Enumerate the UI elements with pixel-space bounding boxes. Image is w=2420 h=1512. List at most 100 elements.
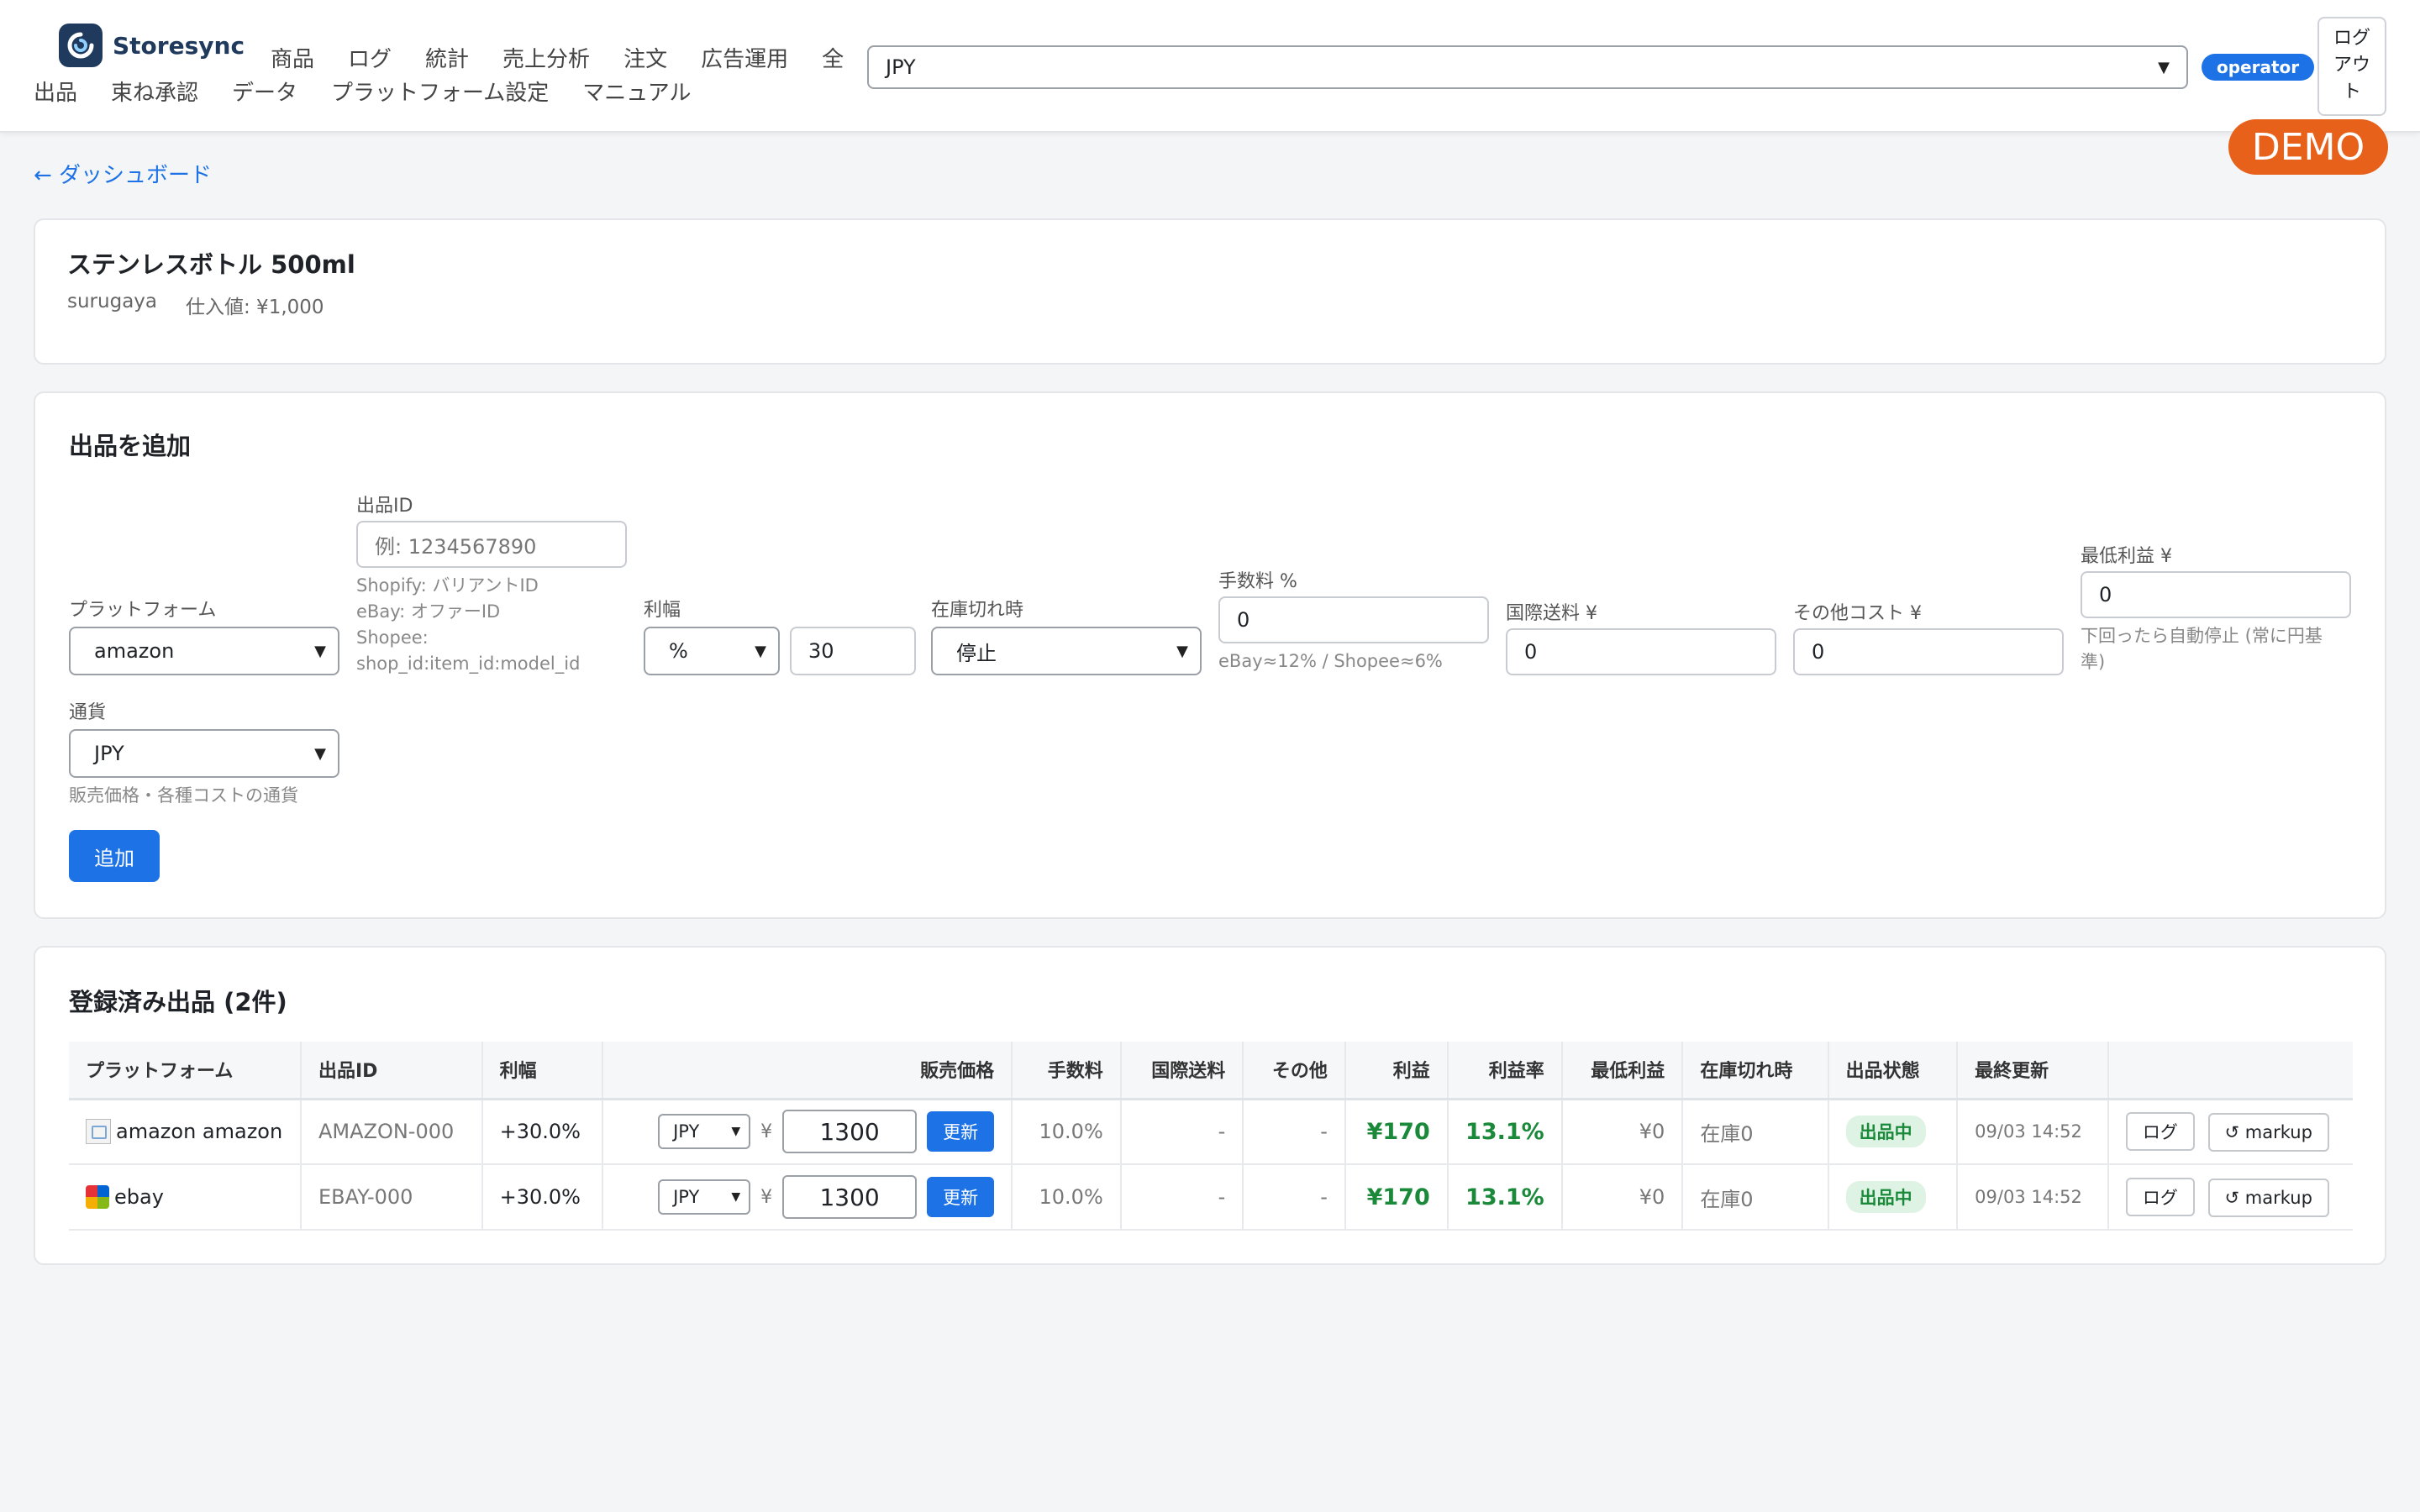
markup-button[interactable]: ↺ markup — [2207, 1178, 2329, 1217]
fee-label: 手数料 % — [1218, 571, 1297, 592]
registered-listings-card: 登録済み出品 (2件) プラットフォーム 出品ID 利幅 販売価格 手数料 国際… — [34, 946, 2386, 1265]
other-cost-label: その他コスト ¥ — [1793, 603, 1922, 624]
update-price-button[interactable]: 更新 — [927, 1111, 995, 1152]
nav-bundle-approval[interactable]: 束ね承認 — [111, 76, 198, 107]
header-currency-value: JPY — [886, 55, 916, 79]
fee-hint: eBay≈12% / Shopee≈6% — [1218, 651, 1443, 671]
product-cost: 仕入値: ¥1,000 — [186, 297, 324, 318]
price-editor: JPY ▼ ¥ 1300 更新 — [620, 1175, 995, 1219]
nav-orders[interactable]: 注文 — [623, 42, 667, 73]
storesync-logo-icon — [59, 24, 103, 67]
chevron-down-icon: ▼ — [2158, 58, 2170, 76]
row-updated: 09/03 14:52 — [1956, 1164, 2108, 1231]
col-updated: 最終更新 — [1956, 1042, 2108, 1100]
nav-data[interactable]: データ — [232, 76, 297, 107]
hint-shopify: Shopify: バリアントID — [356, 575, 539, 596]
header-currency-select[interactable]: JPY ▼ — [867, 45, 2188, 89]
listings-table: プラットフォーム 出品ID 利幅 販売価格 手数料 国際送料 その他 利益 利益… — [69, 1042, 2353, 1231]
platform-select-value: amazon — [94, 639, 175, 663]
row-oos: 在庫0 — [1681, 1099, 1828, 1165]
row-other: - — [1242, 1164, 1345, 1231]
row-profit: ¥170 — [1344, 1164, 1448, 1231]
row-listing-id: EBAY-000 — [299, 1164, 482, 1231]
col-min-profit: 最低利益 — [1560, 1042, 1683, 1100]
markup-button[interactable]: ↺ markup — [2207, 1112, 2329, 1152]
col-profit-rate: 利益率 — [1446, 1042, 1562, 1100]
brand-name: Storesync — [113, 31, 245, 60]
col-listing-id: 出品ID — [299, 1042, 482, 1100]
platform-name: amazon amazon — [116, 1120, 283, 1144]
col-intl-shipping: 国際送料 — [1119, 1042, 1244, 1100]
row-fee: 10.0% — [1011, 1099, 1121, 1165]
row-updated: 09/03 14:52 — [1956, 1099, 2108, 1165]
main-nav-row1: 商品 ログ 統計 売上分析 注文 広告運用 全 — [271, 42, 844, 73]
col-oos: 在庫切れ時 — [1681, 1042, 1828, 1100]
chevron-down-icon: ▼ — [1176, 642, 1188, 660]
nav-all-listings-start[interactable]: 全 — [822, 42, 844, 73]
platform-name: ebay — [114, 1185, 164, 1209]
nav-all-listings-end[interactable]: 出品 — [34, 76, 77, 107]
col-actions — [2107, 1042, 2353, 1100]
product-meta: surugaya 仕入値: ¥1,000 — [67, 291, 324, 319]
margin-type-value: % — [669, 639, 688, 663]
nav-sales-analysis[interactable]: 売上分析 — [502, 42, 590, 73]
price-currency-select[interactable]: JPY ▼ — [658, 1179, 751, 1215]
status-badge: 出品中 — [1845, 1116, 1926, 1148]
demo-badge: DEMO — [2228, 119, 2388, 175]
row-margin: +30.0% — [481, 1099, 603, 1165]
row-other: - — [1242, 1099, 1345, 1165]
out-of-stock-select[interactable]: 停止 ▼ — [931, 627, 1202, 675]
hint-shopee-format: shop_id:item_id:model_id — [356, 654, 581, 674]
margin-value-input[interactable]: 30 — [790, 627, 916, 675]
fee-input[interactable]: 0 — [1218, 596, 1489, 643]
log-button[interactable]: ログ — [2125, 1111, 2195, 1151]
nav-ads[interactable]: 広告運用 — [701, 42, 788, 73]
margin-type-select[interactable]: % ▼ — [644, 627, 780, 675]
intl-shipping-input[interactable]: 0 — [1506, 628, 1776, 675]
row-min-profit: ¥0 — [1560, 1099, 1683, 1165]
hint-shopee: Shopee: — [356, 627, 429, 648]
chevron-down-icon: ▼ — [755, 642, 766, 660]
col-margin: 利幅 — [481, 1042, 603, 1100]
update-price-button[interactable]: 更新 — [927, 1177, 995, 1217]
price-currency-select[interactable]: JPY ▼ — [658, 1114, 751, 1150]
intl-shipping-label: 国際送料 ¥ — [1506, 603, 1597, 624]
logout-button[interactable]: ログ アウ ト — [2317, 17, 2386, 116]
currency-label: 通貨 — [69, 702, 107, 723]
price-currency-value: JPY — [673, 1187, 700, 1207]
chevron-down-icon: ▼ — [731, 1190, 741, 1204]
chevron-down-icon: ▼ — [314, 642, 326, 660]
nav-products[interactable]: 商品 — [271, 42, 314, 73]
price-input[interactable]: 1300 — [782, 1175, 918, 1219]
nav-logs[interactable]: ログ — [348, 42, 392, 73]
back-to-dashboard-link[interactable]: ← ダッシュボード — [34, 158, 212, 189]
currency-select-value: JPY — [94, 742, 124, 765]
row-profit: ¥170 — [1344, 1099, 1448, 1165]
row-profit-rate: 13.1% — [1446, 1164, 1562, 1231]
add-listing-button[interactable]: 追加 — [69, 830, 160, 882]
row-profit-rate: 13.1% — [1446, 1099, 1562, 1165]
add-listing-card: 出品を追加 プラットフォーム amazon ▼ 出品ID 例: 12345678… — [34, 391, 2386, 919]
row-margin: +30.0% — [481, 1164, 603, 1231]
brand-logo[interactable]: Storesync — [59, 24, 245, 67]
nav-manual[interactable]: マニュアル — [582, 76, 691, 107]
platform-cell: ebay — [86, 1185, 283, 1209]
price-editor: JPY ▼ ¥ 1300 更新 — [620, 1110, 995, 1154]
platform-select[interactable]: amazon ▼ — [69, 627, 339, 675]
nav-platform-settings[interactable]: プラットフォーム設定 — [331, 76, 549, 107]
price-currency-value: JPY — [673, 1121, 700, 1142]
row-intl-shipping: - — [1119, 1099, 1244, 1165]
product-info-card: ステンレスボトル 500ml surugaya 仕入値: ¥1,000 — [34, 218, 2386, 365]
listing-id-input[interactable]: 例: 1234567890 — [356, 521, 627, 568]
row-actions: ログ ↺ markup — [2107, 1099, 2353, 1165]
nav-stats[interactable]: 統計 — [425, 42, 469, 73]
currency-select[interactable]: JPY ▼ — [69, 729, 339, 778]
row-price: JPY ▼ ¥ 1300 更新 — [602, 1099, 1013, 1165]
min-profit-input[interactable]: 0 — [2081, 571, 2351, 618]
log-button[interactable]: ログ — [2125, 1177, 2195, 1216]
row-price: JPY ▼ ¥ 1300 更新 — [602, 1164, 1013, 1231]
other-cost-input[interactable]: 0 — [1793, 628, 2064, 675]
price-input[interactable]: 1300 — [782, 1110, 918, 1154]
col-profit: 利益 — [1344, 1042, 1448, 1100]
col-platform: プラットフォーム — [69, 1042, 301, 1100]
